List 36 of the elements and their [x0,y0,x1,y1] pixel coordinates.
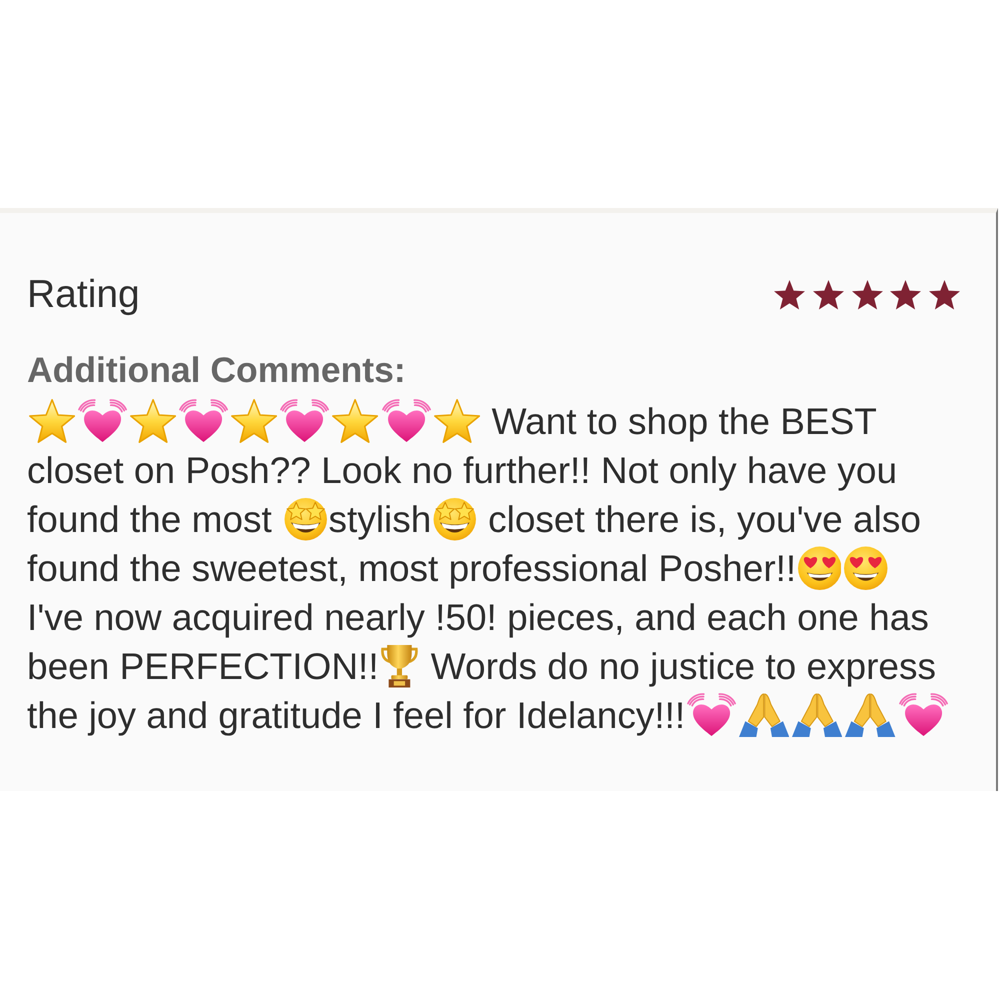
comment-text: stylish [328,498,432,540]
star-icon [852,280,883,310]
trophy-icon [380,644,419,688]
beating-heart-icon [686,692,736,736]
folded-hands-icon [845,692,896,736]
beating-heart-icon [78,398,127,442]
folded-hands-icon [738,692,790,736]
star-emoji-icon [231,398,278,442]
heart-eyes-face-icon [798,546,842,590]
beating-heart-icon [280,398,330,442]
beating-heart-icon [178,398,228,442]
star-icon [774,280,806,310]
comment-text: the joy and gratitude I feel for Idelancy!!! [27,694,686,736]
star-icon [812,280,844,310]
comment-text: I've now acquired nearly !50! pieces, and each one has [27,596,929,638]
star-emoji-icon [28,398,75,442]
comment-text: Words do no justice to express [430,646,936,686]
beating-heart-icon [382,398,431,442]
star-eyes-face-icon [432,496,476,540]
comments-heading: Additional Comments: [27,349,406,391]
comment-text: closet on Posh?? Look no further!! Not only have you [27,450,898,490]
comment-text: found the most [27,498,273,540]
star-emoji-icon [434,398,480,442]
rating-label: Rating [27,273,140,317]
heart-eyes-face-icon [844,546,888,590]
star-icon [929,280,960,310]
star-emoji-icon [332,398,379,442]
comment-text: found the sweetest, most professional Posher!! [27,548,796,588]
star-emoji-icon [130,398,176,442]
star-eyes-face-icon [284,496,328,540]
star-icon [890,280,922,310]
comment-text: been PERFECTION!! [27,646,379,686]
comment-text: Want to shop the BEST [490,400,877,442]
comment-text: closet there is, you've also [487,498,921,540]
folded-hands-icon [792,692,842,736]
beating-heart-icon [898,692,948,736]
